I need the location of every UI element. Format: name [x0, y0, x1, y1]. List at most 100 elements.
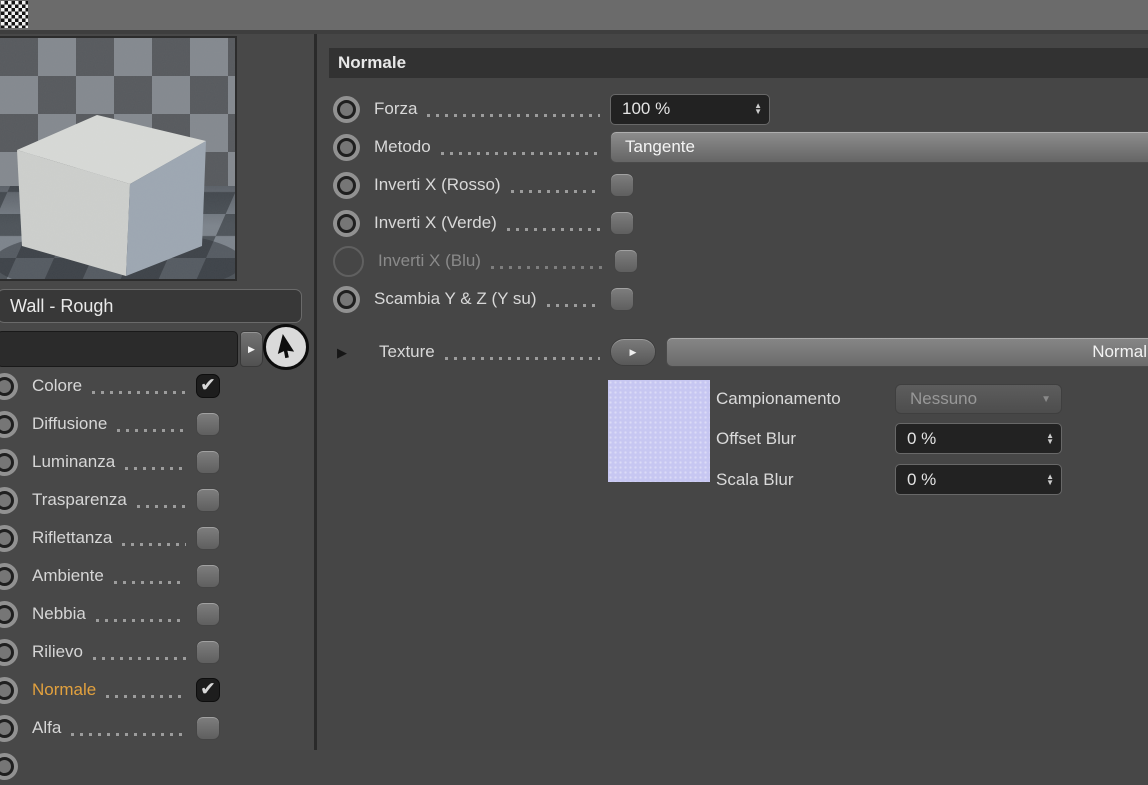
inverti-x-rosso-checkbox[interactable]: ✔: [610, 173, 634, 197]
channel-label: Diffusione: [32, 414, 107, 434]
animation-radio-icon[interactable]: [0, 411, 18, 438]
channel-checkbox[interactable]: ✔: [196, 526, 220, 550]
animation-radio-icon[interactable]: [0, 563, 18, 590]
channel-checkbox[interactable]: ✔: [196, 450, 220, 474]
channel-row-diffusione[interactable]: Diffusione ✔: [0, 405, 220, 443]
cursor-icon: [263, 324, 309, 370]
channel-checkbox[interactable]: ✔: [196, 564, 220, 588]
channel-checkbox[interactable]: ✔: [196, 716, 220, 740]
disclosure-triangle-icon[interactable]: ▶: [337, 346, 351, 359]
channel-label: Alfa: [32, 718, 61, 738]
texture-thumbnail[interactable]: [608, 380, 710, 482]
stepper-control[interactable]: ▲ ▼: [1046, 474, 1054, 486]
animation-radio-icon[interactable]: [0, 639, 18, 666]
channel-label: Normale: [32, 680, 96, 700]
checker-pattern-icon[interactable]: [1, 1, 28, 28]
campionamento-value: Nessuno: [910, 389, 977, 409]
channel-list: Colore✔Diffusione✔Luminanza✔Trasparenza✔…: [0, 367, 220, 785]
row-label: Inverti X (Rosso): [374, 175, 501, 195]
channel-row-trasparenza[interactable]: Trasparenza✔: [0, 481, 220, 519]
animation-radio-icon[interactable]: [0, 487, 18, 514]
dotted-leader: [106, 695, 186, 698]
inverti-x-verde-checkbox[interactable]: ✔: [610, 211, 634, 235]
forza-input[interactable]: 100 % ▲ ▼: [610, 94, 770, 125]
material-name-field[interactable]: Wall - Rough: [0, 289, 302, 323]
channel-label: Ambiente: [32, 566, 104, 586]
field-arrow-button[interactable]: ▶: [240, 331, 263, 367]
channel-checkbox[interactable]: ✔: [196, 374, 220, 398]
animation-radio-icon[interactable]: [0, 601, 18, 628]
row-label: Metodo: [374, 137, 431, 157]
stepper-control[interactable]: ▲ ▼: [754, 103, 762, 115]
stepper-down-icon[interactable]: ▼: [754, 109, 762, 115]
material-panel: Wall - Rough ▶ Colore✔Diffusione✔Luminan…: [0, 34, 314, 750]
material-preview[interactable]: [0, 36, 237, 281]
channel-row-alfa[interactable]: Alfa ✔: [0, 709, 220, 747]
channel-row-rilievo[interactable]: Rilievo✔: [0, 633, 220, 671]
animation-radio-icon[interactable]: [0, 373, 18, 400]
stepper-down-icon[interactable]: ▼: [1046, 439, 1054, 445]
animation-radio-icon[interactable]: [0, 677, 18, 704]
scambia-y-z-checkbox[interactable]: ✔: [610, 287, 634, 311]
channel-row-partial[interactable]: [0, 747, 220, 785]
channel-checkbox[interactable]: ✔: [196, 488, 220, 512]
dotted-leader: [445, 357, 600, 360]
channel-row-colore[interactable]: Colore✔: [0, 367, 220, 405]
animation-radio-icon[interactable]: [333, 210, 360, 237]
arrow-right-icon: ▶: [248, 344, 255, 355]
channel-row-riflettanza[interactable]: Riflettanza ✔: [0, 519, 220, 557]
row-label: Scala Blur: [710, 470, 895, 490]
dotted-leader: [117, 429, 186, 432]
offset-blur-input[interactable]: 0 % ▲ ▼: [895, 423, 1062, 454]
titlebar: [0, 0, 1148, 34]
metodo-dropdown[interactable]: Tangente: [610, 131, 1148, 163]
row-scambia-y-z: Scambia Y & Z (Y su) ✔: [317, 280, 1148, 318]
dotted-leader: [427, 114, 600, 117]
search-input[interactable]: [0, 331, 238, 367]
animation-radio-icon[interactable]: [0, 715, 18, 742]
animation-radio-icon[interactable]: [333, 172, 360, 199]
checkmark-icon: ✔: [200, 678, 216, 701]
animation-radio-icon[interactable]: [0, 525, 18, 552]
channel-row-luminanza[interactable]: Luminanza✔: [0, 443, 220, 481]
row-label: Texture: [379, 342, 435, 362]
arrow-right-icon: ▶: [630, 347, 637, 358]
texture-path-bar[interactable]: Normal: [666, 337, 1148, 367]
dotted-leader: [511, 190, 600, 193]
row-inverti-x-blu: Inverti X (Blu) ✔: [317, 242, 1148, 280]
animation-radio-icon: [333, 246, 364, 277]
channel-checkbox[interactable]: ✔: [196, 640, 220, 664]
dotted-leader: [441, 152, 600, 155]
channel-checkbox[interactable]: ✔: [196, 678, 220, 702]
animation-radio-icon[interactable]: [0, 753, 18, 780]
row-label: Forza: [374, 99, 417, 119]
texture-detail-block: Campionamento Nessuno ▼ Offset Blur 0 % …: [608, 380, 1148, 500]
campionamento-dropdown[interactable]: Nessuno ▼: [895, 384, 1062, 414]
checkmark-icon: ✔: [200, 374, 216, 397]
texture-path-value: Normal: [1092, 342, 1147, 362]
texture-browse-button[interactable]: ▶: [610, 338, 656, 366]
metodo-value: Tangente: [625, 137, 695, 157]
channel-row-normale[interactable]: Normale ✔: [0, 671, 220, 709]
dotted-leader: [125, 467, 186, 470]
animation-radio-icon[interactable]: [333, 96, 360, 123]
channel-label: Riflettanza: [32, 528, 112, 548]
row-label: Inverti X (Blu): [378, 251, 481, 271]
stepper-control[interactable]: ▲ ▼: [1046, 433, 1054, 445]
channel-checkbox[interactable]: ✔: [196, 602, 220, 626]
channel-checkbox[interactable]: ✔: [196, 412, 220, 436]
scala-blur-input[interactable]: 0 % ▲ ▼: [895, 464, 1062, 495]
row-inverti-x-rosso: Inverti X (Rosso) ✔: [317, 166, 1148, 204]
material-name: Wall - Rough: [10, 296, 113, 317]
animation-radio-icon[interactable]: [0, 449, 18, 476]
channel-row-ambiente[interactable]: Ambiente ✔: [0, 557, 220, 595]
dotted-leader: [122, 543, 186, 546]
row-campionamento: Campionamento Nessuno ▼: [710, 380, 1062, 418]
material-preview-render: [0, 38, 235, 279]
animation-radio-icon[interactable]: [333, 286, 360, 313]
inverti-x-blu-checkbox[interactable]: ✔: [614, 249, 638, 273]
stepper-down-icon[interactable]: ▼: [1046, 480, 1054, 486]
row-forza: Forza 100 % ▲ ▼: [317, 90, 1148, 128]
animation-radio-icon[interactable]: [333, 134, 360, 161]
channel-row-nebbia[interactable]: Nebbia✔: [0, 595, 220, 633]
